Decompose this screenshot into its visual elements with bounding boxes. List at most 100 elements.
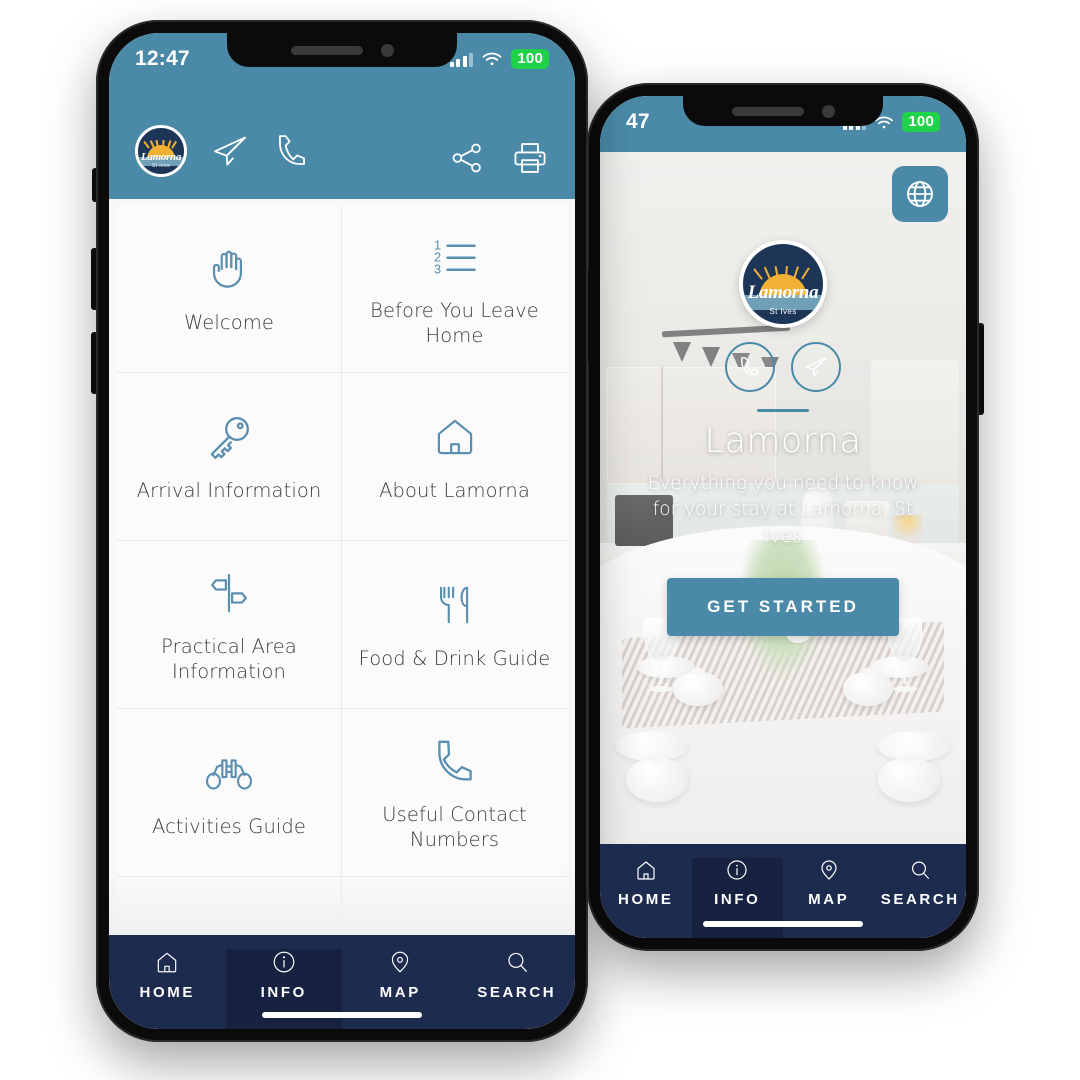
- property-subtitle: Everything you need to know for your sta…: [647, 473, 919, 547]
- mute-switch[interactable]: [92, 168, 98, 202]
- map-pin-icon: [821, 860, 837, 880]
- logo-wordmark: Lamorna: [747, 282, 819, 303]
- menu-item-label: Activities Guide: [151, 815, 307, 839]
- tab-label: SEARCH: [477, 984, 557, 1001]
- numbered-list-icon: 1 2 3: [431, 229, 479, 285]
- tab-label: SEARCH: [880, 891, 960, 908]
- menu-item-label: About Lamorna: [379, 479, 530, 503]
- property-title: Lamorna: [704, 421, 862, 461]
- binoculars-icon: [205, 745, 253, 801]
- back-phone-tab-bar: HOME INFO MAP SEARCH: [600, 844, 966, 938]
- menu-item-food-drink-guide[interactable]: Food & Drink Guide: [342, 541, 567, 709]
- hand-wave-icon: [206, 241, 252, 297]
- tab-search[interactable]: SEARCH: [459, 949, 576, 1029]
- power-button[interactable]: [586, 270, 593, 362]
- header-left-group: Lamorna St Ives: [135, 125, 311, 177]
- home-icon: [637, 861, 655, 880]
- hero-action-buttons: [725, 342, 841, 392]
- menu-item-arrival-information[interactable]: Arrival Information: [117, 373, 342, 541]
- back-phone-device: Lamorna St Ives Lamorna Everything you n…: [587, 83, 984, 951]
- menu-item-label: Welcome: [184, 311, 274, 335]
- open-book-icon: [206, 926, 252, 936]
- header-right-group: [449, 139, 549, 177]
- menu-item-before-you-leave-home[interactable]: 1 2 3 Before You Leave Home: [342, 205, 567, 373]
- menu-item-about-lamorna[interactable]: About Lamorna: [342, 373, 567, 541]
- tab-label: INFO: [714, 891, 761, 908]
- back-phone-app: Lamorna St Ives Lamorna Everything you n…: [600, 96, 966, 938]
- map-pin-icon: [392, 951, 409, 973]
- volume-down-button[interactable]: [91, 332, 98, 394]
- tab-label: HOME: [618, 891, 674, 908]
- tab-home[interactable]: HOME: [600, 858, 692, 938]
- printer-icon[interactable]: [511, 139, 549, 177]
- logo-subtitle: St Ives: [151, 163, 171, 170]
- volume-up-button[interactable]: [91, 248, 98, 310]
- suitcase-icon: [432, 926, 478, 936]
- logo-subtitle: St Ives: [769, 307, 797, 316]
- tab-search[interactable]: SEARCH: [875, 858, 967, 938]
- phone-icon: [431, 733, 479, 789]
- front-phone-tab-bar: HOME INFO MAP SEARCH: [109, 935, 575, 1029]
- menu-item-guidebook[interactable]: [117, 877, 342, 935]
- front-phone-notch: [227, 33, 457, 67]
- status-indicators: 100: [449, 49, 549, 70]
- share-icon[interactable]: [449, 140, 485, 176]
- menu-item-label: Useful Contact Numbers: [382, 802, 527, 851]
- globe-icon: [907, 181, 933, 207]
- status-time: 12:47: [135, 47, 190, 70]
- menu-item-useful-contact-numbers[interactable]: Useful Contact Numbers: [342, 709, 567, 877]
- status-time: 47: [626, 110, 650, 133]
- hero-divider: [757, 409, 809, 412]
- back-phone-notch: [683, 96, 883, 126]
- message-button[interactable]: [791, 342, 841, 392]
- splash-content: Lamorna St Ives Lamorna Everything you n…: [600, 152, 966, 844]
- splash-hero: Lamorna St Ives Lamorna Everything you n…: [600, 152, 966, 844]
- svg-text:3: 3: [434, 261, 441, 276]
- tab-label: MAP: [808, 891, 850, 908]
- tab-home[interactable]: HOME: [109, 949, 226, 1029]
- battery-level: 100: [902, 112, 940, 133]
- earpiece-speaker: [731, 106, 804, 116]
- hero-logo: Lamorna St Ives: [739, 240, 827, 328]
- language-globe-button[interactable]: [892, 166, 948, 222]
- phone-icon: [741, 357, 759, 375]
- front-camera: [821, 104, 835, 118]
- menu-item-label: Practical Area Information: [161, 634, 297, 683]
- phone-icon[interactable]: [273, 132, 311, 170]
- info-icon: [273, 951, 295, 973]
- menu-item-welcome[interactable]: Welcome: [117, 205, 342, 373]
- home-indicator: [262, 1012, 422, 1018]
- front-phone-device: Lamorna St Ives Welcome 1 2 3 Before You…: [91, 20, 593, 1042]
- paper-plane-icon: [805, 357, 827, 377]
- tab-label: HOME: [139, 984, 195, 1001]
- tab-label: INFO: [260, 984, 307, 1001]
- back-phone-screen: Lamorna St Ives Lamorna Everything you n…: [600, 96, 966, 938]
- menu-item-label: Before You Leave Home: [370, 298, 539, 347]
- earpiece-speaker: [290, 45, 363, 55]
- front-phone-screen: Lamorna St Ives Welcome 1 2 3 Before You…: [109, 33, 575, 1029]
- search-icon: [912, 861, 930, 879]
- home-indicator: [703, 921, 863, 927]
- paper-plane-icon[interactable]: [211, 132, 249, 170]
- home-icon: [157, 952, 177, 973]
- info-icon: [727, 860, 747, 880]
- call-button[interactable]: [725, 342, 775, 392]
- signpost-icon: [206, 565, 252, 621]
- menu-scroll-area[interactable]: Welcome 1 2 3 Before You Leave Home Arri…: [109, 199, 575, 935]
- front-phone-app: Lamorna St Ives Welcome 1 2 3 Before You…: [109, 33, 575, 1029]
- mockup-stage: Lamorna St Ives Lamorna Everything you n…: [0, 0, 1080, 1080]
- get-started-button[interactable]: GET STARTED: [667, 577, 899, 636]
- power-button[interactable]: [977, 323, 984, 415]
- fork-knife-icon: [433, 577, 477, 633]
- header-logo[interactable]: Lamorna St Ives: [135, 125, 187, 177]
- menu-item-label: Food & Drink Guide: [358, 647, 551, 671]
- wifi-icon: [482, 52, 502, 66]
- menu-item-practical-area-information[interactable]: Practical Area Information: [117, 541, 342, 709]
- battery-level: 100: [511, 49, 549, 70]
- key-icon: [205, 409, 253, 465]
- menu-item-activities-guide[interactable]: Activities Guide: [117, 709, 342, 877]
- menu-item-packing[interactable]: [342, 877, 567, 935]
- front-camera: [380, 43, 394, 57]
- menu-grid: Welcome 1 2 3 Before You Leave Home Arri…: [117, 205, 567, 935]
- logo-wordmark: Lamorna: [140, 150, 182, 163]
